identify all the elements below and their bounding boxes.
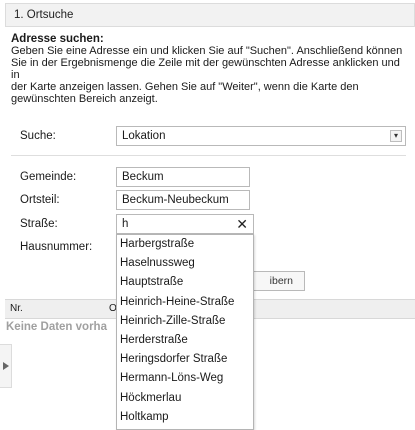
intro-line: Sie in der Ergebnismenge die Zeile mit d…: [11, 57, 400, 81]
gemeinde-input[interactable]: Beckum: [116, 167, 250, 187]
street-autocomplete-list[interactable]: Harbergstraße Haselnussweg Hauptstraße Hein…: [116, 234, 254, 430]
ortsteil-input[interactable]: Beckum-Neubeckum: [116, 190, 250, 210]
strasse-label: Straße:: [20, 218, 58, 230]
hausnummer-label: Hausnummer:: [20, 241, 93, 253]
sidebar-toggle[interactable]: [0, 344, 12, 388]
autocomplete-item[interactable]: Höckmerlau: [117, 389, 253, 408]
gemeinde-value: Beckum: [122, 171, 164, 183]
suche-label: Suche:: [20, 130, 56, 142]
autocomplete-item[interactable]: Herderstraße: [117, 331, 253, 350]
suche-select-value: Lokation: [122, 130, 166, 142]
empty-results-text: Keine Daten vorha: [6, 321, 107, 333]
uebernehmen-button[interactable]: ibern: [253, 271, 305, 291]
autocomplete-item[interactable]: Holtkamp: [117, 408, 253, 427]
panel-title: 1. Ortsuche: [14, 9, 74, 21]
autocomplete-item[interactable]: Hermann-Löns-Weg: [117, 369, 253, 388]
strasse-value: h: [122, 218, 129, 230]
intro-line: Geben Sie eine Adresse ein und klicken S…: [11, 45, 403, 57]
gemeinde-label: Gemeinde:: [20, 171, 77, 183]
ortsteil-value: Beckum-Neubeckum: [122, 194, 229, 206]
panel-header[interactable]: 1. Ortsuche: [5, 3, 415, 27]
close-icon[interactable]: ✕: [236, 215, 248, 233]
divider: [11, 155, 406, 156]
autocomplete-item[interactable]: Heringsdorfer Straße: [117, 350, 253, 369]
intro-heading: Adresse suchen:: [11, 33, 104, 45]
strasse-input[interactable]: h ✕: [116, 214, 254, 234]
ortsteil-label: Ortsteil:: [20, 194, 60, 206]
autocomplete-item[interactable]: Hauptstraße: [117, 273, 253, 292]
chevron-right-icon: [3, 362, 9, 370]
autocomplete-item[interactable]: Heinrich-Heine-Straße: [117, 293, 253, 312]
autocomplete-item[interactable]: Harbergstraße: [117, 235, 253, 254]
autocomplete-item[interactable]: Heinrich-Zille-Straße: [117, 312, 253, 331]
autocomplete-item[interactable]: Haselnussweg: [117, 254, 253, 273]
suche-select[interactable]: Lokation ▾: [116, 126, 406, 146]
intro-line: gewünschten Bereich anzeigt.: [11, 93, 158, 105]
chevron-down-icon[interactable]: ▾: [390, 130, 402, 142]
column-header-nr[interactable]: Nr.: [10, 300, 23, 318]
intro-line: der Karte anzeigen lassen. Gehen Sie auf…: [11, 81, 359, 93]
intro-text: Adresse suchen: Geben Sie eine Adresse e…: [11, 33, 411, 105]
